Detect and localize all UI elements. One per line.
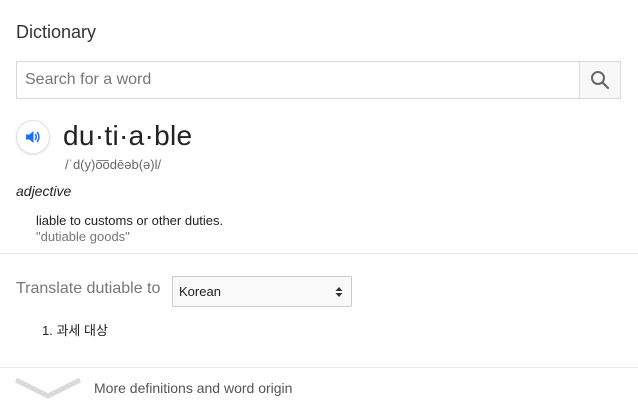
translation-result: 1. 과세 대상 — [42, 323, 108, 338]
more-definitions-link[interactable]: More definitions and word origin — [0, 368, 638, 408]
search-icon — [591, 71, 610, 90]
phonetic-spelling: /ˈd(y)o͞odēəb(ə)l/ — [65, 157, 162, 172]
search-button[interactable] — [579, 62, 620, 98]
more-definitions-label: More definitions and word origin — [94, 380, 293, 396]
divider — [0, 253, 638, 254]
example-text: "dutiable goods" — [36, 229, 130, 244]
translate-label: Translate dutiable to — [16, 280, 161, 297]
card-title: Dictionary — [16, 22, 97, 42]
definition-text: liable to customs or other duties. — [36, 213, 224, 228]
language-select-value: Korean — [179, 284, 221, 299]
search-bar — [16, 61, 621, 99]
pronunciation-button[interactable] — [16, 120, 50, 154]
dictionary-card: Dictionary du·ti·a·ble /ˈd(y)o͞odēəb(ə)l… — [0, 0, 638, 408]
language-select[interactable]: Korean — [172, 276, 352, 307]
part-of-speech: adjective — [16, 183, 72, 199]
speaker-icon — [26, 131, 40, 143]
search-input[interactable] — [17, 62, 579, 98]
headword: du·ti·a·ble — [63, 120, 193, 151]
chevron-down-icon — [14, 377, 82, 399]
updown-arrows-icon — [335, 286, 343, 297]
